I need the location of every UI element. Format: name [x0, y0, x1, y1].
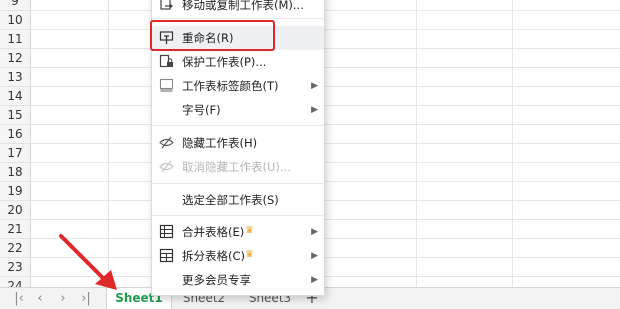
hide-icon — [159, 135, 174, 150]
menu-item-unhide-sheet: 取消隐藏工作表(U)... — [152, 155, 324, 179]
menu-item-move-copy[interactable]: 移动或复制工作表(M)... — [152, 0, 324, 17]
unhide-icon — [159, 159, 174, 174]
menu-item-label: 选定全部工作表(S) — [182, 193, 279, 207]
grid-line — [31, 162, 620, 163]
row-number[interactable]: 20 — [0, 201, 30, 220]
menu-item-split-table[interactable]: 拆分表格(C) ♛ ▶ — [152, 244, 324, 268]
row-number[interactable]: 9 — [0, 0, 30, 11]
menu-item-label: 合并表格(E) — [182, 225, 245, 239]
menu-item-label: 更多会员专享 — [182, 273, 251, 287]
grid-line — [31, 200, 620, 201]
row-number[interactable]: 16 — [0, 125, 30, 144]
grid-line — [31, 67, 620, 68]
grid-line — [31, 48, 620, 49]
row-number[interactable]: 17 — [0, 144, 30, 163]
menu-item-merge-tables[interactable]: 合并表格(E) ♛ ▶ — [152, 220, 324, 244]
menu-separator — [152, 125, 324, 126]
grid-line — [31, 124, 620, 125]
row-number[interactable]: 13 — [0, 68, 30, 87]
grid-line — [31, 143, 620, 144]
row-number[interactable]: 11 — [0, 30, 30, 49]
row-number[interactable]: 14 — [0, 87, 30, 106]
menu-item-select-all-sheets[interactable]: 选定全部工作表(S) — [152, 188, 324, 212]
move-copy-icon — [159, 0, 174, 12]
row-headers: 9 10 11 12 13 14 15 16 17 18 19 20 21 22… — [0, 0, 31, 296]
vip-crown-icon: ♛ — [245, 249, 254, 260]
row-number[interactable]: 12 — [0, 49, 30, 68]
menu-item-hide-sheet[interactable]: 隐藏工作表(H) — [152, 131, 324, 155]
row-number[interactable]: 18 — [0, 163, 30, 182]
prev-sheet-icon[interactable]: ‹ — [31, 290, 49, 308]
menu-item-label: 取消隐藏工作表(U)... — [182, 160, 291, 174]
grid-line — [31, 105, 620, 106]
grid-line — [31, 86, 620, 87]
grid-line — [31, 219, 620, 220]
grid-line — [31, 10, 620, 11]
rename-highlight-box — [150, 20, 275, 51]
menu-item-tab-color[interactable]: 工作表标签颜色(T) ▶ — [152, 74, 324, 98]
tab-color-icon — [159, 78, 174, 93]
grid-line — [512, 0, 513, 287]
row-number[interactable]: 22 — [0, 239, 30, 258]
row-number[interactable]: 19 — [0, 182, 30, 201]
grid-line — [31, 29, 620, 30]
menu-item-label: 拆分表格(C) — [182, 249, 246, 263]
menu-item-label: 工作表标签颜色(T) — [182, 79, 279, 93]
submenu-arrow-icon: ▶ — [311, 105, 318, 115]
protect-sheet-icon — [159, 54, 174, 69]
submenu-arrow-icon: ▶ — [311, 227, 318, 237]
first-sheet-icon[interactable]: |‹ — [10, 290, 28, 308]
menu-item-label: 字号(F) — [182, 103, 221, 117]
row-number[interactable]: 21 — [0, 220, 30, 239]
menu-item-label: 移动或复制工作表(M)... — [182, 0, 304, 12]
merge-table-icon — [159, 224, 174, 239]
submenu-arrow-icon: ▶ — [311, 81, 318, 91]
red-arrow-icon — [59, 234, 117, 290]
menu-item-font-size[interactable]: 字号(F) ▶ — [152, 98, 324, 122]
submenu-arrow-icon: ▶ — [311, 251, 318, 261]
vip-crown-icon: ♛ — [245, 225, 254, 236]
menu-separator — [152, 18, 324, 19]
row-number[interactable]: 10 — [0, 11, 30, 30]
menu-item-label: 保护工作表(P)... — [182, 55, 267, 69]
row-number[interactable]: 15 — [0, 106, 30, 125]
menu-item-label: 隐藏工作表(H) — [182, 136, 258, 150]
menu-separator — [152, 215, 324, 216]
grid-line — [31, 181, 620, 182]
split-table-icon — [159, 248, 174, 263]
menu-separator — [152, 183, 324, 184]
submenu-arrow-icon: ▶ — [311, 275, 318, 285]
row-number[interactable]: 23 — [0, 258, 30, 277]
grid-line — [416, 0, 417, 287]
menu-item-protect-sheet[interactable]: 保护工作表(P)... — [152, 50, 324, 74]
menu-item-more-member[interactable]: 更多会员专享 ▶ — [152, 268, 324, 292]
